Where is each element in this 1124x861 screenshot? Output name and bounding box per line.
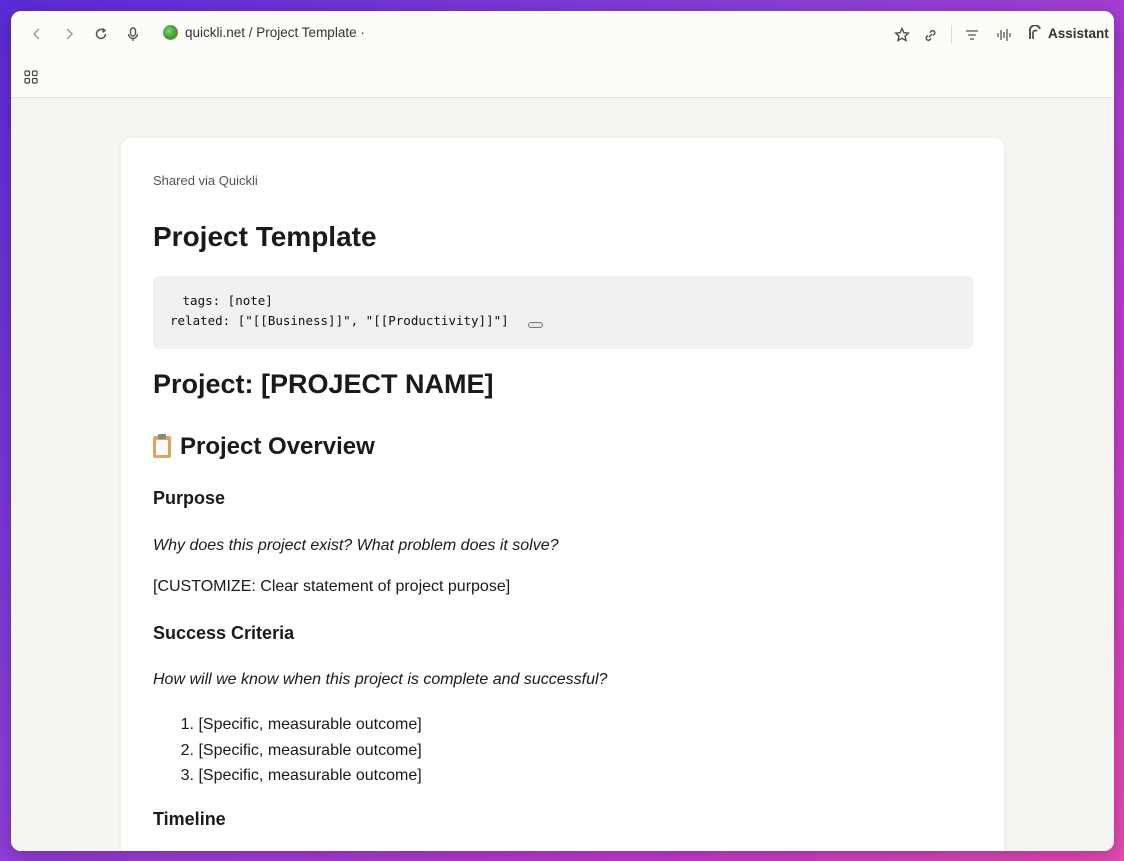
page-viewport[interactable]: Shared via Quickli Project Template tags… <box>11 98 1114 851</box>
list-item-number: 3. <box>180 767 194 784</box>
reload-icon[interactable] <box>93 26 109 42</box>
success-criteria-prompt: How will we know when this project is co… <box>153 671 608 688</box>
audio-waveform-icon[interactable] <box>996 27 1012 43</box>
browser-window: quickli.net / Project Template · Assista… <box>11 11 1114 851</box>
success-criteria-list: 1. [Specific, measurable outcome] 2. [Sp… <box>153 712 422 789</box>
frontmatter-tags-line: tags: [note] <box>175 293 273 308</box>
microphone-icon[interactable] <box>125 26 141 42</box>
list-item-number: 1. <box>180 716 194 733</box>
list-item: 2. [Specific, measurable outcome] <box>153 738 422 764</box>
success-criteria-heading: Success Criteria <box>153 623 295 643</box>
toolbar-separator <box>951 25 952 43</box>
expand-chip-icon[interactable] <box>528 322 543 328</box>
project-heading: Project: [PROJECT NAME] <box>153 369 494 399</box>
shared-label: Shared via Quickli <box>153 173 258 188</box>
address-bar[interactable]: quickli.net / Project Template · <box>163 25 365 40</box>
list-item-text: [Specific, measurable outcome] <box>198 716 422 733</box>
timeline-heading: Timeline <box>153 809 226 829</box>
apps-grid-icon[interactable] <box>24 70 38 84</box>
frontmatter-code-block: tags: [note] related: ["[[Business]]", "… <box>153 276 973 349</box>
purpose-text: [CUSTOMIZE: Clear statement of project p… <box>153 578 511 595</box>
clipboard-icon <box>153 434 171 458</box>
page-title: Project Template <box>153 221 377 252</box>
assistant-button[interactable]: Assistant <box>1027 25 1109 41</box>
link-icon[interactable] <box>922 27 938 43</box>
url-text: quickli.net / Project Template · <box>185 25 365 40</box>
note-card: Shared via Quickli Project Template tags… <box>121 138 1004 851</box>
overview-heading-text: Project Overview <box>180 433 375 460</box>
site-favicon-icon <box>163 25 178 40</box>
browser-toolbar: quickli.net / Project Template · Assista… <box>11 11 1114 58</box>
star-icon[interactable] <box>894 27 910 43</box>
purpose-heading: Purpose <box>153 488 226 508</box>
forward-icon[interactable] <box>61 26 77 42</box>
bookmarks-bar <box>11 57 1114 98</box>
list-item: 3. [Specific, measurable outcome] <box>153 763 422 789</box>
purpose-prompt: Why does this project exist? What proble… <box>153 537 559 554</box>
list-item-text: [Specific, measurable outcome] <box>198 741 422 759</box>
overview-heading: Project Overview <box>153 433 375 461</box>
frontmatter-related-line: related: ["[[Business]]", "[[Productivit… <box>170 313 509 328</box>
assistant-label: Assistant <box>1048 25 1109 41</box>
back-icon[interactable] <box>29 26 45 42</box>
assistant-icon <box>1028 25 1041 39</box>
reader-lines-icon[interactable] <box>964 27 980 43</box>
list-item: 1. [Specific, measurable outcome] <box>153 712 422 738</box>
list-item-text: [Specific, measurable outcome] <box>198 767 422 784</box>
list-item-number: 2. <box>180 741 194 759</box>
